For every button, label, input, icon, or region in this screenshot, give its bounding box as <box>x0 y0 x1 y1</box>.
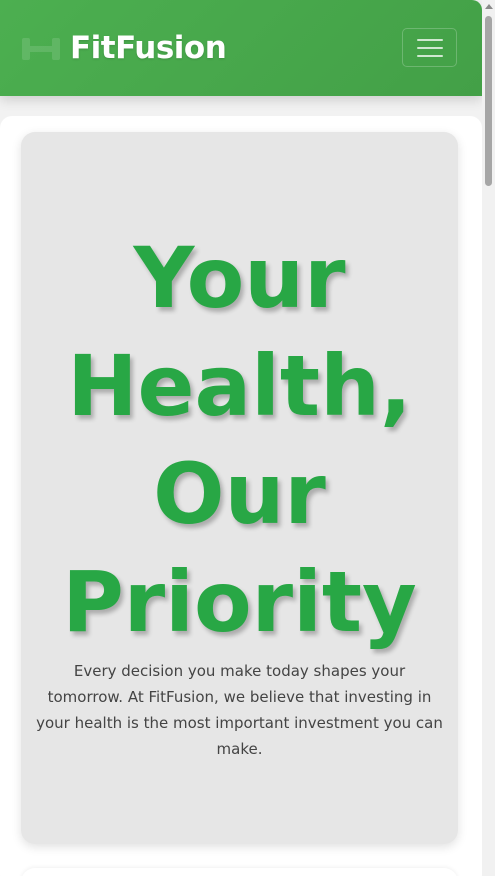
hero-title: Your Health, Our Priority <box>62 229 417 651</box>
hero-card: Your Health, Our Priority Every decision… <box>21 132 458 844</box>
navbar: FitFusion <box>0 0 482 96</box>
next-section-card <box>21 868 458 876</box>
page: FitFusion Your Health, Our Priority Ever… <box>0 0 495 876</box>
menu-toggle-button[interactable] <box>402 28 457 67</box>
scrollbar-thumb[interactable] <box>485 16 492 186</box>
brand-title[interactable]: FitFusion <box>70 28 227 68</box>
scroll-up-arrow-icon[interactable] <box>485 4 493 9</box>
hero-description: Every decision you make today shapes you… <box>36 662 443 758</box>
page-scrollbar[interactable] <box>482 0 495 876</box>
hamburger-menu-icon <box>416 38 443 57</box>
dumbbell-icon <box>22 38 60 60</box>
